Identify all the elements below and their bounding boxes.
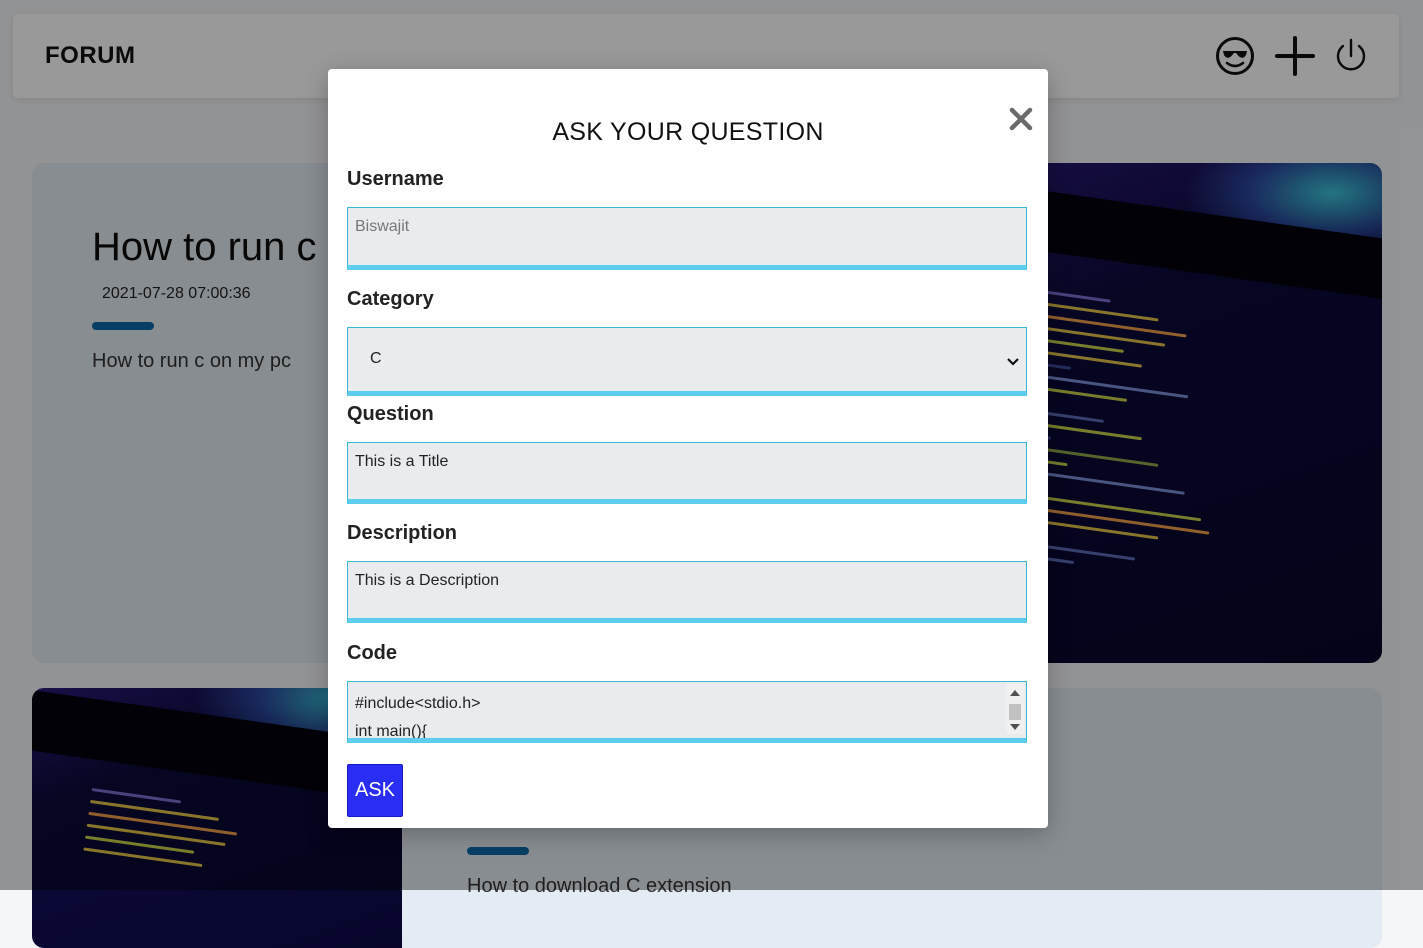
category-select[interactable]: C <box>347 327 1027 396</box>
code-textarea[interactable]: #include<stdio.h> int main(){ <box>347 681 1027 743</box>
code-line: #include<stdio.h> <box>355 695 481 712</box>
category-selected-value: C <box>370 350 382 367</box>
close-icon[interactable] <box>1008 106 1034 132</box>
code-label: Code <box>347 642 397 664</box>
ask-button[interactable]: ASK <box>347 764 403 817</box>
category-label: Category <box>347 288 434 310</box>
username-input[interactable]: Biswajit <box>347 207 1027 270</box>
scroll-down-icon[interactable] <box>1010 724 1020 730</box>
username-label: Username <box>347 168 444 190</box>
code-scrollbar[interactable] <box>1006 684 1024 734</box>
scroll-up-icon[interactable] <box>1010 690 1020 696</box>
description-input[interactable]: This is a Description <box>347 561 1027 623</box>
question-label: Question <box>347 403 434 425</box>
chevron-down-icon <box>1006 354 1020 372</box>
question-input[interactable]: This is a Title <box>347 442 1027 504</box>
ask-question-modal: ASK YOUR QUESTION Username Biswajit Cate… <box>328 69 1048 828</box>
description-label: Description <box>347 522 458 544</box>
code-line: int main(){ <box>355 723 428 740</box>
modal-title: ASK YOUR QUESTION <box>552 118 824 146</box>
scroll-thumb[interactable] <box>1009 704 1021 720</box>
